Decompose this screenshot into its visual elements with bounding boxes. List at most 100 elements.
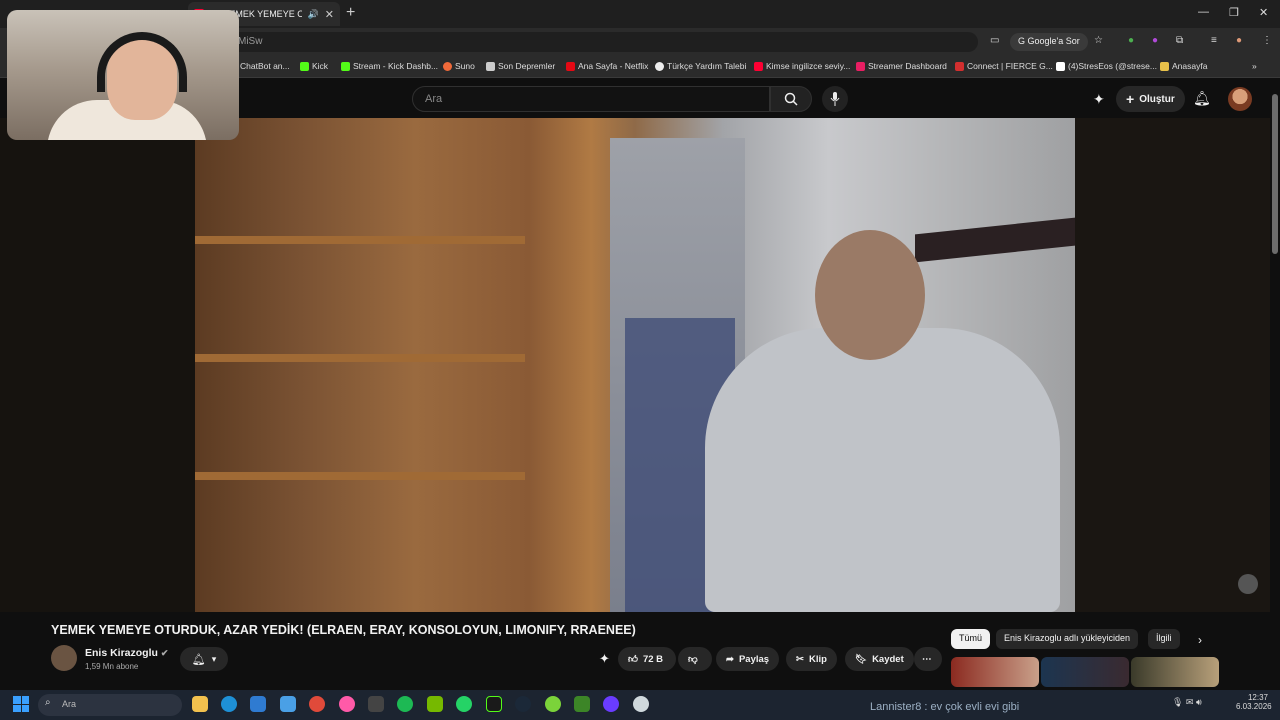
bookmark-label: ChatBot an... — [240, 61, 290, 71]
kick-app-icon[interactable] — [486, 696, 502, 712]
bookmark-icon: 🔖︎ — [855, 653, 868, 665]
close-window-icon[interactable]: ✕ — [1259, 6, 1268, 19]
taskbar-search[interactable]: Ara — [38, 694, 182, 716]
voice-search-button[interactable] — [822, 86, 848, 112]
recommended-thumbnail[interactable] — [1131, 657, 1219, 687]
google-ask-label: Google'a Sor — [1027, 36, 1080, 46]
restore-icon[interactable]: ❐ — [1229, 6, 1239, 19]
bookmark-item[interactable]: Connect | FIERCE G... — [955, 61, 1053, 71]
obs-icon[interactable] — [368, 696, 384, 712]
bookmark-item[interactable]: Son Depremler — [486, 61, 555, 71]
search-placeholder: Ara — [425, 93, 443, 105]
dislike-button[interactable]: 👎︎ — [678, 647, 712, 671]
search-input[interactable]: Ara — [412, 86, 770, 112]
bookmarks-overflow-icon[interactable]: » — [1252, 61, 1257, 71]
channel-name[interactable]: Enis Kirazoglu ✔ — [85, 647, 168, 659]
app-icon[interactable] — [633, 696, 649, 712]
google-ask-button[interactable]: G Google'a Sor — [1010, 33, 1088, 51]
ai-sparkle-icon[interactable]: ✦ — [599, 651, 610, 667]
minecraft-icon[interactable] — [574, 696, 590, 712]
user-avatar[interactable] — [1228, 87, 1252, 111]
like-button[interactable]: 👍︎ 72 B — [618, 647, 676, 671]
chip-all[interactable]: Tümü — [951, 629, 991, 649]
star-icon[interactable]: ☆ — [1094, 35, 1103, 46]
app-icon[interactable] — [545, 696, 561, 712]
share-icon: ➦ — [726, 653, 734, 665]
bookmark-label: Connect | FIERCE G... — [967, 61, 1053, 71]
steam-icon[interactable] — [515, 696, 531, 712]
bookmark-item[interactable]: Kick — [300, 61, 328, 71]
chip-uploader[interactable]: Enis Kirazoglu adlı yükleyiciden — [996, 629, 1139, 649]
chip-related[interactable]: İlgili — [1148, 629, 1180, 649]
spotify-icon[interactable] — [397, 696, 413, 712]
page-scrollbar[interactable] — [1272, 94, 1278, 254]
opera-icon[interactable] — [339, 696, 355, 712]
tray-icons[interactable]: 🎙︎ ✉ 🔊︎ — [1172, 697, 1202, 708]
plus-icon: + — [1126, 91, 1135, 107]
taskbar-search-placeholder: Ara — [62, 699, 77, 709]
profile-icon[interactable]: ● — [1236, 35, 1242, 46]
chip-label: Enis Kirazoglu adlı yükleyiciden — [1004, 633, 1131, 643]
clip-button[interactable]: ✂ Klip — [786, 647, 837, 671]
speaker-icon[interactable]: 🔊 — [308, 9, 319, 20]
clip-label: Klip — [808, 653, 827, 665]
new-tab-button[interactable]: + — [346, 4, 355, 22]
bookmark-item[interactable]: Suno — [443, 61, 475, 71]
bell-icon: 🔔︎ — [191, 653, 206, 666]
store-icon[interactable] — [250, 696, 266, 712]
save-label: Kaydet — [872, 653, 904, 665]
video-frame-shelf — [195, 354, 525, 362]
extension-twitch-icon[interactable]: ● — [1152, 35, 1158, 46]
bookmark-item[interactable]: Stream - Kick Dashb... — [341, 61, 438, 71]
save-button[interactable]: 🔖︎ Kaydet — [845, 647, 914, 671]
video-frame-beam — [915, 217, 1075, 263]
stream-chat-overlay: Lannister8 : ev çok evli evi gibi — [870, 701, 1020, 713]
cast-icon[interactable]: ▭ — [990, 35, 999, 46]
chip-label: Tümü — [959, 633, 983, 643]
bookmark-label: Türkçe Yardım Talebi — [667, 61, 747, 71]
taskbar-clock[interactable]: 12:37 6.03.2026 — [1236, 693, 1272, 711]
recommended-thumbnail[interactable] — [1041, 657, 1129, 687]
clock-date: 6.03.2026 — [1236, 702, 1272, 711]
chevron-right-icon[interactable]: › — [1198, 633, 1202, 647]
address-input[interactable]: MiSw — [230, 32, 978, 52]
extensions-puzzle-icon[interactable]: ⧉ — [1176, 35, 1183, 46]
video-player[interactable] — [195, 118, 1075, 612]
bookmark-item[interactable]: Ana Sayfa - Netflix — [566, 61, 648, 71]
subscription-bell-button[interactable]: 🔔︎ ▾ — [180, 647, 228, 671]
chrome-icon[interactable] — [309, 696, 325, 712]
recommended-thumbnail[interactable] — [951, 657, 1039, 687]
thumbs-up-icon: 👍︎ — [628, 654, 638, 665]
extension-shield-icon[interactable]: ● — [1128, 35, 1134, 46]
bookmark-label: Anasayfa — [1172, 61, 1208, 71]
bookmark-item[interactable]: Streamer Dashboard — [856, 61, 947, 71]
share-button[interactable]: ➦ Paylaş — [716, 647, 780, 671]
nvidia-icon[interactable] — [427, 696, 443, 712]
windows-start-icon[interactable] — [13, 696, 29, 712]
close-tab-icon[interactable]: ✕ — [325, 8, 334, 21]
channel-avatar[interactable] — [51, 645, 77, 671]
reading-list-icon[interactable]: ≡ — [1211, 35, 1217, 46]
create-button[interactable]: + Oluştur — [1116, 86, 1185, 112]
bookmark-item[interactable]: (4)StresEos (@strese... — [1056, 61, 1157, 71]
whatsapp-icon[interactable] — [456, 696, 472, 712]
notifications-bell-icon[interactable]: 🔔︎ — [1193, 90, 1211, 107]
bookmark-label: Son Depremler — [498, 61, 556, 71]
like-count: 72 B — [642, 653, 664, 665]
app-icon[interactable] — [603, 696, 619, 712]
file-explorer-icon[interactable] — [192, 696, 208, 712]
channel-watermark-icon[interactable] — [1238, 574, 1258, 594]
ai-sparkle-icon[interactable]: ✦ — [1093, 91, 1105, 108]
bookmark-item[interactable]: ChatBot an... — [240, 61, 290, 71]
menu-icon[interactable]: ⋮ — [1262, 35, 1272, 46]
bookmark-label: Kimse ingilizce seviy... — [766, 61, 851, 71]
bookmark-item[interactable]: Anasayfa — [1160, 61, 1207, 71]
bookmark-item[interactable]: Türkçe Yardım Talebi — [655, 61, 746, 71]
minimize-icon[interactable]: — — [1198, 6, 1209, 18]
edge-icon[interactable] — [221, 696, 237, 712]
bookmark-label: Kick — [312, 61, 329, 71]
app-icon[interactable] — [280, 696, 296, 712]
bookmark-item[interactable]: Kimse ingilizce seviy... — [754, 61, 850, 71]
more-actions-button[interactable]: ⋯ — [914, 647, 942, 671]
search-button[interactable] — [770, 86, 812, 112]
